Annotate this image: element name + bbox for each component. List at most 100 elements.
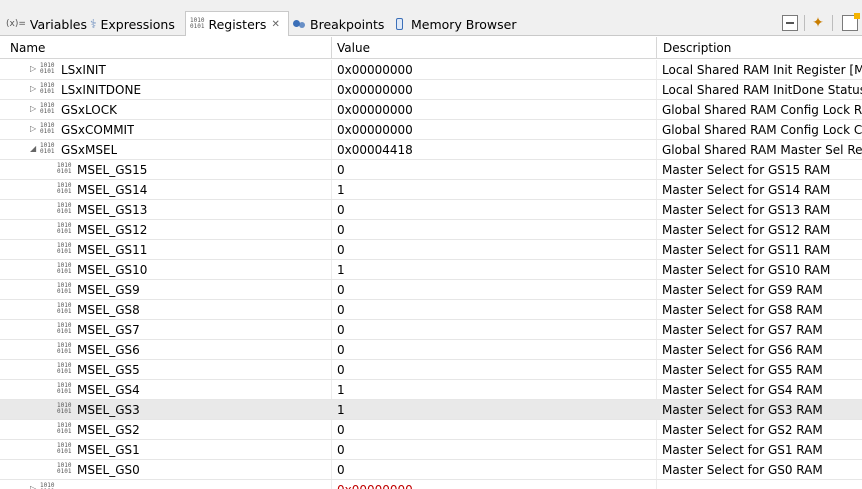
register-row[interactable]: 1010 0101 MSEL_GS8 0 Master Select for GS8 … — [0, 300, 862, 320]
register-value[interactable]: 0 — [337, 363, 655, 377]
register-value[interactable]: 0 — [337, 203, 655, 217]
column-divider[interactable] — [656, 37, 657, 58]
tab-registers[interactable]: 1010 0101 Registers ✕ — [185, 11, 289, 36]
register-description: Master Select for GS4 RAM — [662, 383, 823, 397]
register-name: MSEL_GS12 — [77, 223, 148, 237]
register-value[interactable]: 1 — [337, 263, 655, 277]
register-icon: 1010 0101 — [40, 142, 55, 155]
register-description: Master Select for GS11 RAM — [662, 243, 831, 257]
register-name: GSxLOCK — [61, 103, 117, 117]
sync-settings-icon[interactable]: ✦ — [810, 15, 826, 31]
expressions-icon: ⚕ — [90, 17, 97, 31]
register-row[interactable]: 1010 0101 MSEL_GS13 0 Master Select for GS1… — [0, 200, 862, 220]
register-description: Master Select for GS2 RAM — [662, 423, 823, 437]
register-row[interactable]: 1010 0101 MSEL_GS0 0 Master Select for GS0 … — [0, 460, 862, 480]
register-tree: ▷ 1010 0101 LSxINIT 0x00000000 Local Shared … — [0, 60, 862, 489]
bitfield-icon: 1010 0101 — [57, 442, 72, 455]
register-description: Master Select for GS8 RAM — [662, 303, 823, 317]
register-value[interactable]: 0x00000000 — [337, 103, 655, 117]
column-divider[interactable] — [331, 37, 332, 58]
register-row[interactable]: 1010 0101 MSEL_GS12 0 Master Select for GS1… — [0, 220, 862, 240]
register-value[interactable]: 1 — [337, 403, 655, 417]
tab-memory-browser[interactable]: Memory Browser — [396, 12, 516, 36]
register-row[interactable]: 1010 0101 MSEL_GS2 0 Master Select for GS2 … — [0, 420, 862, 440]
column-header-description[interactable]: Description — [663, 41, 731, 55]
register-row[interactable]: ▷ 1010 0101 LSxINIT 0x00000000 Local Shared … — [0, 60, 862, 80]
register-description: Local Shared RAM InitDone Status — [662, 83, 862, 97]
register-value[interactable]: 0x00000000 — [337, 83, 655, 97]
bitfield-icon: 1010 0101 — [57, 162, 72, 175]
register-value[interactable]: 0 — [337, 243, 655, 257]
column-header-name[interactable]: Name — [10, 41, 45, 55]
register-value[interactable]: 0 — [337, 463, 655, 477]
collapse-all-icon[interactable] — [782, 15, 798, 31]
register-name: LSxINITDONE — [61, 83, 142, 97]
collapsed-triangle-icon[interactable]: ▷ — [30, 484, 38, 489]
register-row[interactable]: 1010 0101 MSEL_GS4 1 Master Select for GS4 … — [0, 380, 862, 400]
register-row[interactable]: 1010 0101 MSEL_GS9 0 Master Select for GS9 … — [0, 280, 862, 300]
register-value[interactable]: 0 — [337, 423, 655, 437]
register-row[interactable]: 1010 0101 MSEL_GS14 1 Master Select for GS1… — [0, 180, 862, 200]
register-description: Master Select for GS6 RAM — [662, 343, 823, 357]
register-value[interactable]: 0x00000000 — [337, 483, 655, 489]
register-row[interactable]: ▷ 1010 0101 GSxCOMMIT 0x00000000 Global Shar… — [0, 120, 862, 140]
register-name: MSEL_GS6 — [77, 343, 140, 357]
register-row[interactable]: 1010 0101 MSEL_GS7 0 Master Select for GS7 … — [0, 320, 862, 340]
bitfield-icon: 1010 0101 — [57, 402, 72, 415]
tab-expressions[interactable]: ⚕ Expressions — [90, 12, 175, 36]
collapsed-triangle-icon[interactable]: ▷ — [30, 124, 38, 133]
register-value[interactable]: 0 — [337, 443, 655, 457]
register-row[interactable]: ▷ 1010 0101 LSxINITDONE 0x00000000 Local Sha… — [0, 80, 862, 100]
register-row[interactable]: 1010 0101 MSEL_GS15 0 Master Select for GS1… — [0, 160, 862, 180]
collapsed-triangle-icon[interactable]: ▷ — [30, 64, 38, 73]
register-value[interactable]: 0 — [337, 283, 655, 297]
register-row[interactable]: 1010 0101 MSEL_GS3 1 Master Select for GS3 … — [0, 400, 862, 420]
register-description: Master Select for GS3 RAM — [662, 403, 823, 417]
register-value[interactable]: 0 — [337, 163, 655, 177]
register-value[interactable]: 1 — [337, 383, 655, 397]
column-header-value[interactable]: Value — [337, 41, 370, 55]
register-value[interactable]: 0x00000000 — [337, 123, 655, 137]
tab-breakpoints[interactable]: Breakpoints — [293, 12, 384, 36]
register-row[interactable]: 1010 0101 MSEL_GS6 0 Master Select for GS6 … — [0, 340, 862, 360]
bitfield-icon: 1010 0101 — [57, 302, 72, 315]
register-row[interactable]: ◢ 1010 0101 GSxMSEL 0x00004418 Global Shared… — [0, 140, 862, 160]
registers-icon: 1010 0101 — [190, 17, 205, 30]
register-description: Master Select for GS10 RAM — [662, 263, 831, 277]
tab-memory-browser-label: Memory Browser — [411, 16, 517, 32]
new-view-icon[interactable] — [842, 13, 860, 31]
register-row[interactable]: 1010 0101 MSEL_GS10 1 Master Select for GS1… — [0, 260, 862, 280]
tab-variables[interactable]: (x)= Variables — [6, 12, 87, 36]
register-value[interactable]: 0 — [337, 323, 655, 337]
register-name: MSEL_GS8 — [77, 303, 140, 317]
close-tab-icon[interactable]: ✕ — [271, 19, 279, 30]
register-row[interactable]: ▷ 1010 0101 GSxLOCK 0x00000000 Global Shared… — [0, 100, 862, 120]
collapsed-triangle-icon[interactable]: ▷ — [30, 84, 38, 93]
view-tab-bar: (x)= Variables ⚕ Expressions 1010 0101 R… — [0, 0, 862, 36]
register-icon: 1010 0101 — [40, 62, 55, 75]
register-value[interactable]: 0 — [337, 343, 655, 357]
register-row[interactable]: 1010 0101 MSEL_GS11 0 Master Select for GS1… — [0, 240, 862, 260]
register-icon: 1010 0101 — [40, 122, 55, 135]
register-value[interactable]: 0x00004418 — [337, 143, 655, 157]
register-row[interactable]: ▷1010 0101 0x00000000 — [0, 480, 862, 489]
register-name: MSEL_GS2 — [77, 423, 140, 437]
register-row[interactable]: 1010 0101 MSEL_GS1 0 Master Select for GS1 … — [0, 440, 862, 460]
register-value[interactable]: 0x00000000 — [337, 63, 655, 77]
register-name: MSEL_GS13 — [77, 203, 148, 217]
register-value[interactable]: 1 — [337, 183, 655, 197]
expanded-triangle-icon[interactable]: ◢ — [30, 144, 38, 153]
register-value[interactable]: 0 — [337, 223, 655, 237]
register-description: Master Select for GS12 RAM — [662, 223, 831, 237]
register-description: Master Select for GS9 RAM — [662, 283, 823, 297]
register-name: LSxINIT — [61, 63, 106, 77]
register-description: Global Shared RAM Config Lock C — [662, 123, 862, 137]
bitfield-icon: 1010 0101 — [57, 362, 72, 375]
collapsed-triangle-icon[interactable]: ▷ — [30, 104, 38, 113]
tab-registers-label: Registers — [208, 16, 267, 32]
register-description: Master Select for GS14 RAM — [662, 183, 831, 197]
register-row[interactable]: 1010 0101 MSEL_GS5 0 Master Select for GS5 … — [0, 360, 862, 380]
register-value[interactable]: 0 — [337, 303, 655, 317]
register-description: Master Select for GS7 RAM — [662, 323, 823, 337]
bitfield-icon: 1010 0101 — [57, 202, 72, 215]
